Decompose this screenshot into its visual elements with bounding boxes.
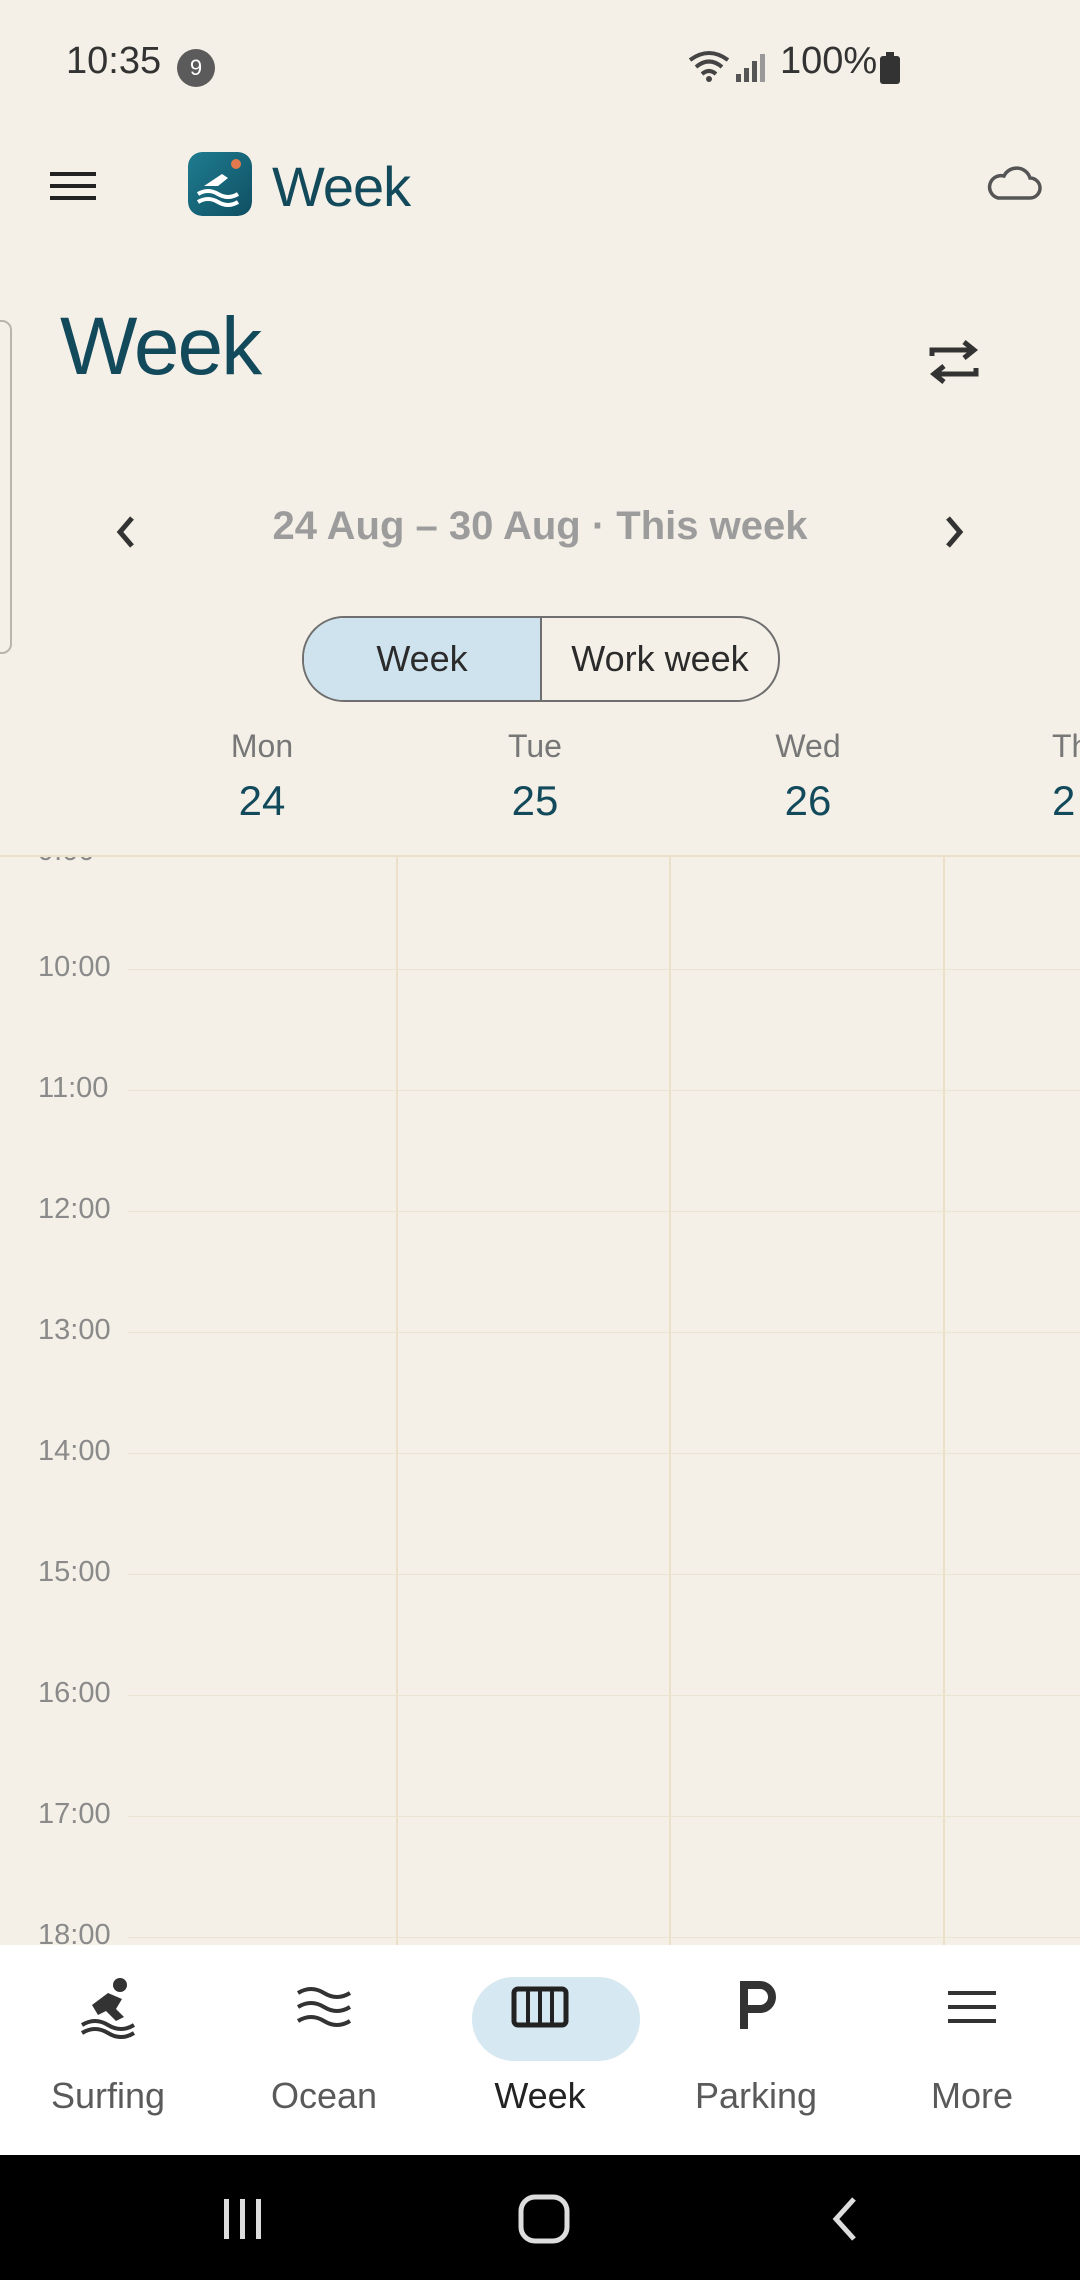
side-drawer-edge[interactable] bbox=[0, 320, 12, 654]
day-header-wed[interactable]: Wed 26 bbox=[708, 728, 908, 825]
view-toggle: Week Work week bbox=[302, 616, 780, 702]
battery-icon bbox=[880, 52, 900, 84]
hour-label: 13:00 bbox=[38, 1314, 111, 1346]
nav-label: More bbox=[930, 2075, 1014, 2116]
hour-label: 9:00 bbox=[38, 857, 122, 868]
hour-label: 15:00 bbox=[38, 1556, 111, 1588]
nav-week[interactable]: Week bbox=[432, 1945, 648, 2155]
hour-line bbox=[128, 1332, 1080, 1333]
recent-apps-icon[interactable] bbox=[218, 2197, 268, 2241]
view-toggle-work-week[interactable]: Work week bbox=[542, 618, 778, 700]
day-name: Th bbox=[1052, 728, 1080, 764]
hour-label: 17:00 bbox=[38, 1798, 111, 1830]
nav-more[interactable]: More bbox=[864, 1945, 1080, 2155]
surfing-icon bbox=[80, 1978, 136, 2039]
day-name: Wed bbox=[775, 728, 841, 764]
date-range-label: 24 Aug – 30 Aug · This week bbox=[272, 504, 808, 548]
day-number: 26 bbox=[784, 777, 832, 824]
status-time: 10:35 bbox=[66, 40, 162, 82]
hour-line bbox=[128, 1816, 1080, 1817]
hour-line bbox=[128, 1695, 1080, 1696]
status-bar bbox=[0, 0, 1080, 130]
chevron-right-icon[interactable] bbox=[936, 510, 972, 554]
page-title: Week bbox=[60, 301, 262, 392]
hour-label: 12:00 bbox=[38, 1193, 111, 1225]
menu-button[interactable] bbox=[42, 160, 104, 210]
column-divider bbox=[396, 857, 398, 1947]
parking-icon bbox=[740, 1981, 776, 2029]
hour-line bbox=[128, 969, 1080, 970]
hour-line bbox=[128, 1211, 1080, 1212]
hour-line bbox=[128, 1574, 1080, 1575]
hour-line bbox=[128, 1453, 1080, 1454]
hour-label: 16:00 bbox=[38, 1677, 111, 1709]
day-header-thu[interactable]: Th 2 bbox=[1052, 728, 1080, 825]
week-grid[interactable]: 9:00 10:00 11:00 12:00 13:00 14:00 15:00… bbox=[0, 855, 1080, 1947]
waves-icon bbox=[296, 1987, 352, 2027]
hour-label: 18:00 bbox=[38, 1919, 111, 1947]
notification-badge: 9 bbox=[177, 49, 215, 87]
column-divider bbox=[943, 857, 945, 1947]
swap-icon[interactable] bbox=[926, 336, 982, 388]
back-icon[interactable] bbox=[826, 2195, 866, 2243]
app-logo-icon bbox=[188, 152, 252, 216]
day-name: Mon bbox=[230, 728, 294, 764]
signal-icon bbox=[736, 54, 765, 82]
cloud-icon[interactable] bbox=[984, 164, 1044, 204]
nav-surfing[interactable]: Surfing bbox=[0, 1945, 216, 2155]
day-header-mon[interactable]: Mon 24 bbox=[162, 728, 362, 825]
column-divider bbox=[669, 857, 671, 1947]
week-view-icon bbox=[511, 1986, 569, 2028]
home-icon[interactable] bbox=[516, 2193, 572, 2245]
menu-icon bbox=[948, 1991, 996, 2023]
view-toggle-week[interactable]: Week bbox=[304, 618, 542, 700]
day-header-tue[interactable]: Tue 25 bbox=[435, 728, 635, 825]
hour-label: 11:00 bbox=[38, 1072, 109, 1104]
battery-percent: 100% bbox=[780, 40, 878, 82]
nav-label: Week bbox=[494, 2075, 586, 2116]
nav-ocean[interactable]: Ocean bbox=[216, 1945, 432, 2155]
system-navigation-bar bbox=[0, 2155, 1080, 2280]
nav-label: Surfing bbox=[50, 2075, 166, 2116]
bottom-navigation: Surfing Ocean Week Parking More bbox=[0, 1945, 1080, 2155]
hour-label: 14:00 bbox=[38, 1435, 111, 1467]
day-number: 25 bbox=[511, 777, 559, 824]
wifi-icon bbox=[688, 51, 730, 82]
nav-label: Parking bbox=[694, 2075, 818, 2116]
nav-parking[interactable]: Parking bbox=[648, 1945, 864, 2155]
day-number: 24 bbox=[238, 777, 286, 824]
hour-line bbox=[128, 1937, 1080, 1938]
day-name: Tue bbox=[508, 728, 562, 764]
hour-label: 10:00 bbox=[38, 951, 111, 983]
hour-line bbox=[128, 1090, 1080, 1091]
day-number: 2 bbox=[1052, 777, 1076, 824]
app-title: Week bbox=[272, 155, 411, 218]
nav-label: Ocean bbox=[270, 2075, 378, 2116]
